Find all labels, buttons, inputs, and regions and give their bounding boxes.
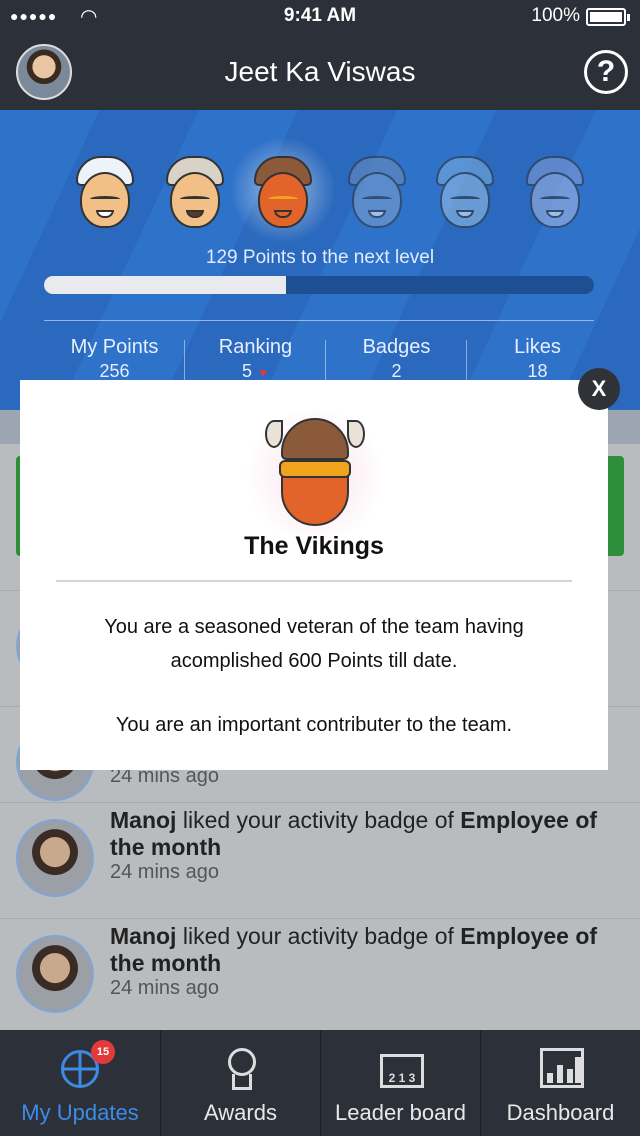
avatar <box>16 935 94 1013</box>
podium-icon: 2 1 3 <box>376 1046 426 1092</box>
divider <box>56 580 572 582</box>
tab-label: Leader board <box>335 1100 466 1125</box>
status-bar: ●●●●● ◠ 9:41 AM 100% <box>0 0 640 32</box>
stat-value: 5 <box>242 361 253 381</box>
modal-text-2: You are an important contributer to the … <box>115 714 513 736</box>
feed-user: Manoj <box>110 923 177 949</box>
divider <box>44 320 594 321</box>
modal-title: The Vikings <box>244 532 384 560</box>
chart-icon <box>536 1046 586 1092</box>
level-progress-bar <box>44 276 594 294</box>
podium-numbers: 2 1 3 <box>388 1071 416 1085</box>
tab-leader-board[interactable]: 2 1 3 Leader board <box>320 1030 480 1136</box>
tab-label: My Updates <box>21 1100 139 1125</box>
modal-body: You are a seasoned veteran of the team h… <box>50 610 578 742</box>
stat-label: Ranking <box>218 336 293 358</box>
feed-text: Manoj liked your activity badge of Emplo… <box>110 807 630 861</box>
stat-value: 256 <box>99 361 130 381</box>
tab-dashboard[interactable]: Dashboard <box>480 1030 640 1136</box>
feed-action: liked your activity badge of <box>182 807 454 833</box>
battery-percent: 100% <box>531 5 580 26</box>
profile-stats: My Points 256 Ranking 5 ▼ Badges 2 Likes… <box>44 336 608 386</box>
profile-panel: 129 Points to the next level My Points 2… <box>0 110 640 410</box>
stat-label: Likes <box>514 336 561 358</box>
notification-badge: 15 <box>91 1040 115 1064</box>
app-header: Jeet Ka Viswas ? <box>0 32 640 110</box>
modal-text-1: You are a seasoned veteran of the team h… <box>104 616 524 672</box>
stat-ranking[interactable]: Ranking 5 ▼ <box>185 336 326 382</box>
level-2-badge-icon[interactable] <box>160 150 230 230</box>
feed-time: 24 mins ago <box>110 977 219 999</box>
level-badges <box>70 134 590 246</box>
level-5-badge-icon[interactable] <box>430 150 500 230</box>
feed-action: liked your activity badge of <box>182 923 454 949</box>
battery-icon <box>586 8 630 26</box>
stat-label: Badges <box>362 336 431 358</box>
level-1-badge-icon[interactable] <box>70 150 140 230</box>
points-to-next-level: 129 Points to the next level <box>205 247 435 268</box>
level-info-modal: The Vikings You are a seasoned veteran o… <box>20 380 608 770</box>
tab-label: Dashboard <box>506 1100 615 1125</box>
stat-label: My Points <box>70 336 159 358</box>
feed-time: 24 mins ago <box>110 861 219 883</box>
viking-icon <box>265 418 365 528</box>
globe-icon: 15 <box>55 1040 115 1092</box>
medal-icon <box>216 1046 266 1092</box>
list-item[interactable]: Manoj liked your activity badge of Emplo… <box>0 918 640 1032</box>
level-6-badge-icon[interactable] <box>520 150 590 230</box>
tab-awards[interactable]: Awards <box>160 1030 320 1136</box>
close-button[interactable]: X <box>578 368 620 410</box>
feed-text: Manoj liked your activity badge of Emplo… <box>110 923 630 977</box>
tab-my-updates[interactable]: 15 My Updates <box>0 1030 160 1136</box>
page-title: Jeet Ka Viswas <box>224 56 416 87</box>
tab-label: Awards <box>204 1100 277 1125</box>
viking-badge-icon[interactable] <box>232 134 334 246</box>
stat-my-points[interactable]: My Points 256 <box>44 336 185 382</box>
feed-user: Manoj <box>110 807 177 833</box>
stat-badges[interactable]: Badges 2 <box>326 336 467 382</box>
rank-down-icon: ▼ <box>257 366 269 380</box>
help-icon[interactable]: ? <box>584 50 628 94</box>
bottom-nav: 15 My Updates Awards 2 1 3 Leader board … <box>0 1030 640 1136</box>
list-item[interactable]: Manoj liked your activity badge of Emplo… <box>0 802 640 916</box>
avatar <box>16 819 94 897</box>
level-progress-fill <box>44 276 286 294</box>
stat-value: 2 <box>391 361 402 381</box>
level-4-badge-icon[interactable] <box>342 150 412 230</box>
